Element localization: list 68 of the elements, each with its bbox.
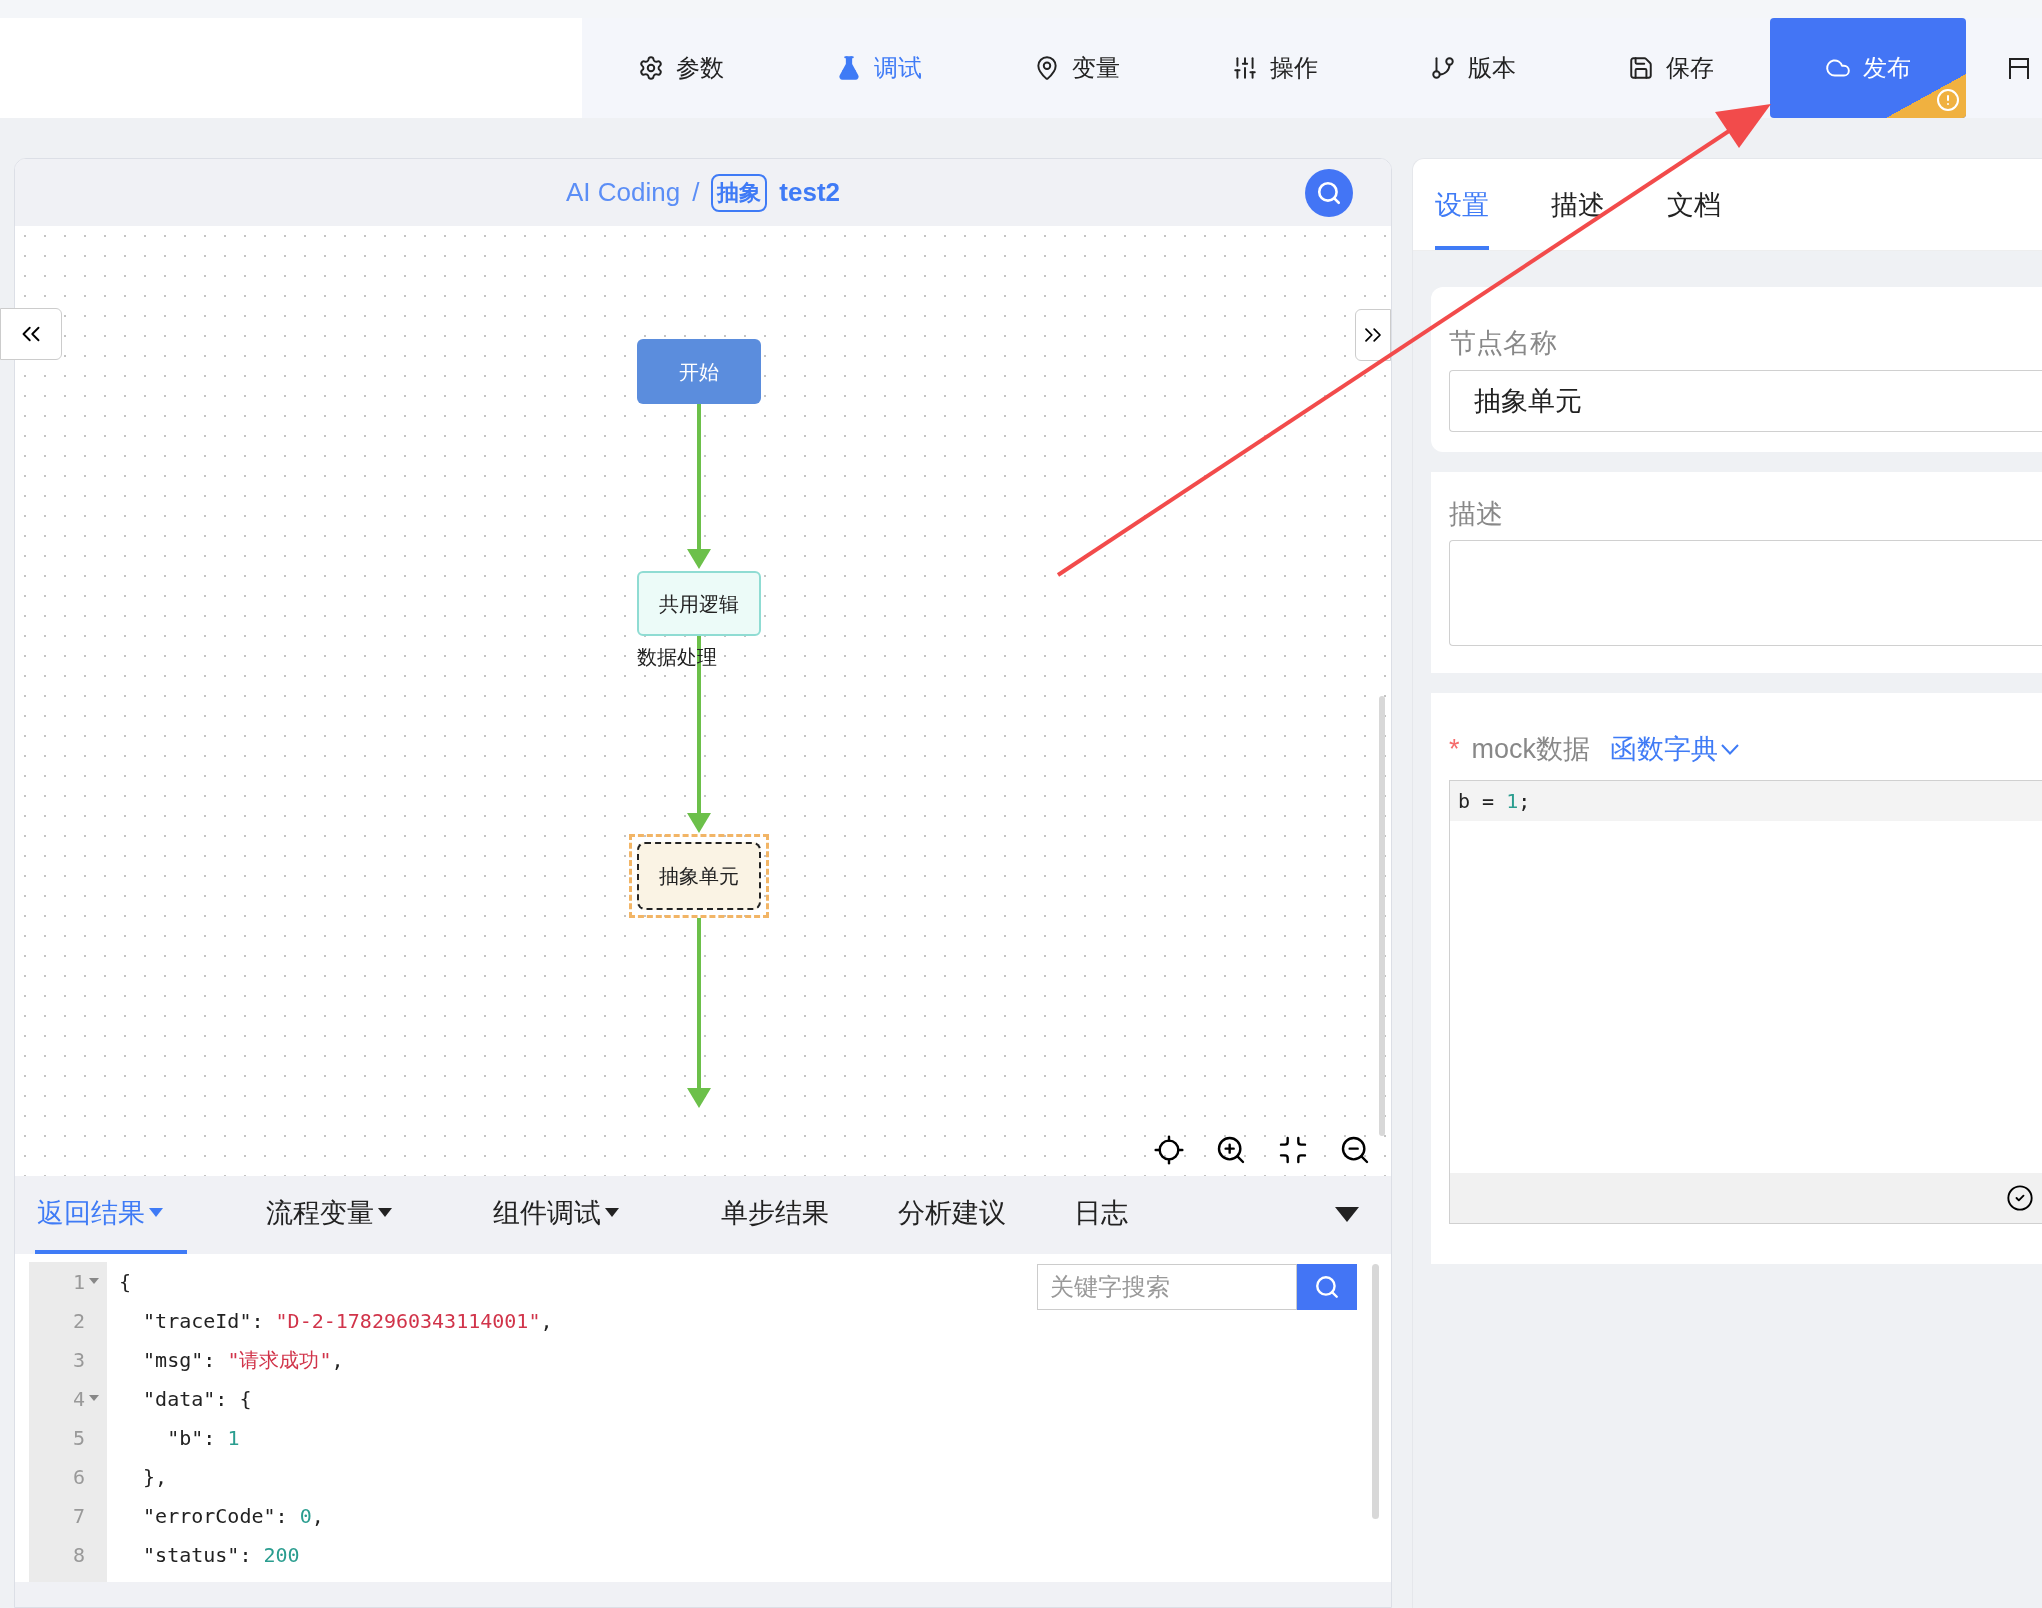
scrollbar[interactable] [1379,696,1385,1136]
publish-button[interactable]: 发布 [1770,18,1966,118]
code-line: }, [142,1463,169,1491]
type-tag: 抽象 [711,173,768,212]
line-number: 1 [72,1268,85,1296]
toolbar-button[interactable]: 操作 [1176,18,1374,118]
function-dictionary-link[interactable]: 函数字典 [1610,729,1740,770]
chevron-down-icon [1721,743,1740,755]
keyword-search-button[interactable] [1297,1264,1357,1310]
result-tab[interactable]: 分析建议 [896,1176,1008,1254]
toolbar-button[interactable]: 保存 [1572,18,1770,118]
line-number: 7 [72,1502,85,1530]
search-icon [1314,1274,1340,1300]
settings-tab[interactable]: 描述 [1551,159,1605,250]
map-pin-icon [1034,55,1060,81]
code-line: { [119,1268,133,1296]
code-editor[interactable]: b = 1; [1449,779,2042,1224]
fit-view-icon[interactable] [1277,1134,1309,1166]
code-line: "traceId": "D-2-1782960343114001", [142,1307,553,1335]
locate-icon[interactable] [1153,1134,1185,1166]
line-number: 8 [72,1541,85,1569]
frame-icon[interactable] [2006,55,2032,81]
dropdown-caret-icon[interactable] [1335,1207,1359,1223]
sliders-icon [1232,55,1258,81]
result-tab[interactable]: 组件调试 [491,1176,621,1254]
description-field[interactable] [1449,540,2042,646]
fold-caret-icon[interactable] [89,1278,99,1285]
branch-icon [1430,55,1456,81]
code-line: "data": { [142,1385,253,1413]
flask-icon [836,55,862,81]
fold-caret-icon[interactable] [89,1395,99,1402]
field-label: 描述 [1449,497,1504,531]
code-line: "errorCode": 0, [142,1502,325,1530]
toolbar-button[interactable]: 版本 [1374,18,1572,118]
scrollbar[interactable] [1372,1264,1379,1519]
result-tab[interactable]: 流程变量 [264,1176,394,1254]
code-line: "msg": "请求成功", [142,1346,345,1374]
result-tab[interactable]: 日志 [1072,1176,1130,1254]
line-number: 3 [72,1346,85,1374]
flow-node[interactable]: 抽象单元 [629,834,769,918]
search-button[interactable] [1305,168,1353,217]
settings-tab[interactable]: 文档 [1667,159,1721,250]
warning-icon [1936,88,1960,112]
breadcrumb-current: test2 [779,176,841,209]
collapse-right-button[interactable] [1355,309,1391,361]
code-line: "status": 200 [142,1541,301,1569]
toolbar-button[interactable]: 变量 [978,18,1176,118]
zoom-out-icon[interactable] [1339,1134,1371,1166]
toolbar-button[interactable]: 参数 [582,18,780,118]
check-circle-icon[interactable] [2006,1183,2034,1212]
line-number: 6 [72,1463,85,1491]
result-tab[interactable]: 单步结果 [719,1176,831,1254]
line-number: 2 [72,1307,85,1335]
field-label: mock数据 [1471,733,1591,766]
node-name-field[interactable]: 抽象单元 [1449,369,2042,432]
required-mark: * [1449,733,1460,766]
zoom-in-icon[interactable] [1215,1134,1247,1166]
line-number: 4 [72,1385,85,1413]
collapse-left-button[interactable] [0,308,62,360]
line-number: 5 [72,1424,85,1452]
toolbar-button[interactable]: 调试 [780,18,978,118]
gear-icon [638,55,664,81]
save-icon [1628,55,1654,81]
keyword-search-field[interactable]: 关键字搜索 [1037,1264,1297,1310]
code-line: "b": 1 [166,1424,241,1452]
field-label: 节点名称 [1449,327,1558,360]
search-icon [1316,179,1342,206]
breadcrumb-separator: / [692,176,700,209]
